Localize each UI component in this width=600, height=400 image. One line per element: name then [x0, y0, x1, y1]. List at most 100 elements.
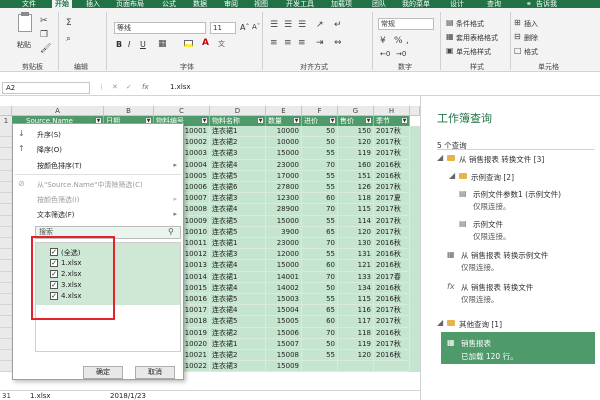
format-painter-icon[interactable]: 🖌	[40, 44, 51, 54]
table-cell[interactable]: 连衣裙4	[210, 260, 266, 272]
table-cell[interactable]: 2017秋	[374, 148, 410, 160]
phonetic-icon[interactable]: 文	[218, 39, 225, 49]
tab-insert[interactable]: 插入	[86, 0, 100, 8]
tab-team[interactable]: 团队	[372, 0, 386, 8]
table-cell[interactable]: 2017秋	[374, 305, 410, 317]
table-cell[interactable]: 2017秋	[374, 137, 410, 149]
table-cell[interactable]: 133	[338, 271, 374, 283]
table-cell[interactable]: 连衣裙2	[210, 327, 266, 339]
table-cell[interactable]: 连衣裙6	[210, 182, 266, 194]
row-header[interactable]	[0, 126, 12, 138]
table-cell[interactable]: 120	[338, 226, 374, 238]
row-header[interactable]	[0, 159, 12, 171]
number-format-select[interactable]: 常规	[378, 18, 434, 30]
tab-query[interactable]: 查询	[487, 0, 501, 8]
tab-developer[interactable]: 开发工具	[286, 0, 314, 8]
table-cell[interactable]: 117	[338, 316, 374, 328]
orientation-icon[interactable]: ↗	[316, 20, 324, 30]
currency-icon[interactable]: ¥	[380, 36, 386, 46]
tab-page-layout[interactable]: 页面布局	[116, 0, 144, 8]
row-header[interactable]	[0, 361, 12, 373]
col-header-f[interactable]: F	[302, 106, 338, 116]
table-cell[interactable]: 2016秋	[374, 159, 410, 171]
tab-review[interactable]: 审阅	[224, 0, 238, 8]
tab-my-menu[interactable]: 我的菜单	[402, 0, 430, 8]
table-cell[interactable]: 70	[302, 327, 338, 339]
query-group-transform[interactable]: 从 销售报表 转换文件 [3]	[459, 154, 544, 165]
wrap-text-icon[interactable]: ↵	[334, 20, 342, 30]
query-item-sample-parameter[interactable]: 示例文件参数1 (示例文件)	[473, 189, 561, 200]
table-cell[interactable]: 50	[302, 126, 338, 138]
table-cell[interactable]: 2016秋	[374, 294, 410, 306]
table-cell[interactable]: 119	[338, 338, 374, 350]
indent-icon[interactable]: ⇥	[316, 38, 324, 48]
comma-style-icon[interactable]: ,	[406, 36, 409, 46]
query-subgroup-samples[interactable]: 示例查询 [2]	[471, 172, 514, 183]
table-cell[interactable]: 2016秋	[374, 238, 410, 250]
table-cell[interactable]: 15000	[266, 148, 302, 160]
tab-design[interactable]: 设计	[450, 0, 464, 8]
query-group-other[interactable]: 其他查询 [1]	[459, 319, 502, 330]
table-cell[interactable]: 120	[338, 137, 374, 149]
row-header[interactable]	[0, 294, 12, 306]
table-cell[interactable]: 65	[302, 305, 338, 317]
table-cell[interactable]: 160	[338, 159, 374, 171]
sort-descending-item[interactable]: 降序(O)	[37, 145, 62, 155]
col-header-e[interactable]: E	[266, 106, 302, 116]
table-cell[interactable]: 2016秋	[374, 249, 410, 261]
filter-dropdown-icon[interactable]: ▼	[329, 117, 336, 124]
table-cell[interactable]: 15003	[266, 294, 302, 306]
ok-button[interactable]: 确定	[83, 366, 123, 379]
row-header-1[interactable]: 1	[0, 116, 12, 126]
tab-addins[interactable]: 加载项	[331, 0, 352, 8]
paste-button[interactable]: 粘贴	[17, 40, 31, 50]
table-cell[interactable]: 120	[338, 350, 374, 362]
table-cell[interactable]: 15004	[266, 305, 302, 317]
row-header[interactable]	[0, 338, 12, 350]
font-shrink-icon[interactable]: Aˇ	[252, 23, 260, 31]
bottom-source-cell[interactable]: 1.xlsx	[30, 391, 51, 400]
col-header-d[interactable]: D	[210, 106, 266, 116]
filter-dropdown-icon[interactable]: ▼	[365, 117, 372, 124]
copy-icon[interactable]: ❐	[40, 30, 48, 40]
table-cell[interactable]: 2017秋	[374, 182, 410, 194]
table-cell[interactable]: 50	[302, 282, 338, 294]
row-header[interactable]	[0, 316, 12, 328]
name-box[interactable]: A2	[2, 82, 90, 94]
decrease-decimal-icon[interactable]: →0	[396, 50, 406, 58]
align-bottom-icon[interactable]: ☰	[298, 20, 306, 30]
row-header[interactable]	[0, 238, 12, 250]
row-header[interactable]	[0, 148, 12, 160]
table-cell[interactable]: 12000	[266, 249, 302, 261]
percent-icon[interactable]: %	[394, 36, 403, 46]
table-cell[interactable]: 15006	[266, 327, 302, 339]
tab-home[interactable]: 开始	[52, 0, 72, 8]
format-as-table-button[interactable]: 套用表格格式	[456, 33, 498, 43]
col-header-a[interactable]: A	[12, 106, 104, 116]
table-cell[interactable]: 130	[338, 238, 374, 250]
table-cell[interactable]: 10000	[266, 137, 302, 149]
table-cell[interactable]: 134	[338, 282, 374, 294]
row-header[interactable]	[0, 282, 12, 294]
table-cell[interactable]: 27800	[266, 182, 302, 194]
filter-dropdown-icon[interactable]: ▼	[293, 117, 300, 124]
table-cell[interactable]: 连衣裙4	[210, 305, 266, 317]
table-cell[interactable]: 70	[302, 159, 338, 171]
underline-button[interactable]: U	[140, 40, 146, 49]
confirm-icon[interactable]: ✓	[126, 83, 132, 91]
table-cell[interactable]: 150	[338, 126, 374, 138]
table-cell[interactable]: 114	[338, 215, 374, 227]
table-cell[interactable]: 116	[338, 305, 374, 317]
table-cell[interactable]: 50	[302, 137, 338, 149]
align-top-icon[interactable]: ☰	[270, 20, 278, 30]
table-cell[interactable]: 连衣裙4	[210, 282, 266, 294]
table-cell[interactable]: 2016秋	[374, 282, 410, 294]
table-cell[interactable]: 2017秋	[374, 215, 410, 227]
tell-me-search[interactable]: 告诉我	[536, 0, 557, 8]
table-cell[interactable]	[374, 361, 410, 373]
collapse-icon[interactable]: ◢	[449, 171, 455, 180]
table-cell[interactable]: 15007	[266, 338, 302, 350]
align-right-icon[interactable]: ≡	[298, 38, 306, 48]
collapse-icon[interactable]: ◢	[437, 153, 443, 162]
table-cell[interactable]: 119	[338, 148, 374, 160]
